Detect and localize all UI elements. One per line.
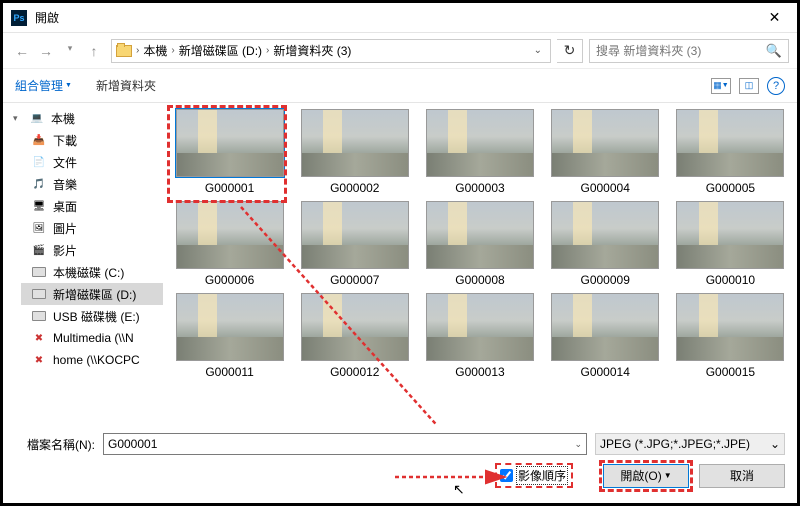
crumb-1[interactable]: 新增磁碟區 (D:)	[175, 42, 266, 59]
folder-icon	[116, 45, 132, 57]
thumbnail-caption: G000009	[581, 273, 630, 287]
thumbnail-caption: G000006	[205, 273, 254, 287]
close-button[interactable]: ✕	[752, 3, 797, 33]
thumbnail-caption: G000007	[330, 273, 379, 287]
nav-back[interactable]: ←	[11, 43, 33, 59]
dialog-title: 開啟	[35, 9, 752, 26]
thumbnail-image	[176, 201, 284, 269]
preview-pane-button[interactable]: ◫	[739, 78, 759, 94]
thumbnail-caption: G000013	[455, 365, 504, 379]
file-thumb[interactable]: G000004	[547, 107, 664, 197]
nav-tree: ▾💻本機 📥下載 📄文件 🎵音樂 🖥桌面 🖼圖片 🎬影片 本機磁碟 (C:) 新…	[3, 103, 163, 425]
open-button[interactable]: 開啟(O)▼	[603, 464, 689, 488]
file-thumb[interactable]: G000009	[547, 199, 664, 289]
refresh-button[interactable]: ↻	[557, 39, 583, 63]
tree-music[interactable]: 🎵音樂	[21, 173, 163, 195]
thumbnail-image	[676, 293, 784, 361]
thumbnail-caption: G000005	[706, 181, 755, 195]
thumbnail-caption: G000015	[706, 365, 755, 379]
thumbnail-image	[551, 201, 659, 269]
file-thumb[interactable]: G000013	[421, 291, 538, 381]
thumbnail-caption: G000012	[330, 365, 379, 379]
thumbnail-image	[176, 293, 284, 361]
tree-net-home[interactable]: ✖home (\\KOCPC	[21, 349, 163, 371]
thumbnail-image	[676, 201, 784, 269]
search-box[interactable]: 🔍	[589, 39, 789, 63]
cancel-button[interactable]: 取消	[699, 464, 785, 488]
filetype-filter[interactable]: JPEG (*.JPG;*.JPEG;*.JPE)⌄	[595, 433, 785, 455]
tree-videos[interactable]: 🎬影片	[21, 239, 163, 261]
search-icon: 🔍	[766, 43, 782, 59]
thumbnail-image	[426, 293, 534, 361]
thumbnail-caption: G000002	[330, 181, 379, 195]
tree-drive-c[interactable]: 本機磁碟 (C:)	[21, 261, 163, 283]
thumbnail-image	[426, 201, 534, 269]
organize-menu[interactable]: 組合管理▼	[15, 77, 72, 94]
file-thumb[interactable]: G000015	[672, 291, 789, 381]
nav-recent[interactable]: ▾	[59, 43, 81, 59]
file-thumb[interactable]: G000011	[171, 291, 288, 381]
search-input[interactable]	[596, 44, 756, 58]
thumbnail-caption: G000014	[581, 365, 630, 379]
filename-label: 檔案名稱(N):	[15, 436, 95, 453]
view-mode-button[interactable]: ▦ ▼	[711, 78, 731, 94]
thumbnail-image	[551, 293, 659, 361]
tree-downloads[interactable]: 📥下載	[21, 129, 163, 151]
thumbnail-image	[301, 293, 409, 361]
new-folder-button[interactable]: 新增資料夾	[96, 77, 156, 94]
crumb-2[interactable]: 新增資料夾 (3)	[269, 42, 355, 59]
app-icon: Ps	[11, 10, 27, 26]
thumbnail-caption: G000001	[205, 181, 254, 195]
thumbnail-image	[676, 109, 784, 177]
file-thumb[interactable]: G000005	[672, 107, 789, 197]
tree-desktop[interactable]: 🖥桌面	[21, 195, 163, 217]
file-thumb[interactable]: G000007	[296, 199, 413, 289]
thumbnail-image	[176, 109, 284, 177]
thumbnail-caption: G000003	[455, 181, 504, 195]
file-thumb[interactable]: G000001	[171, 107, 288, 197]
thumbnail-caption: G000008	[455, 273, 504, 287]
file-thumb[interactable]: G000003	[421, 107, 538, 197]
nav-forward[interactable]: →	[35, 43, 57, 59]
thumbnail-caption: G000010	[706, 273, 755, 287]
tree-this-pc[interactable]: ▾💻本機	[3, 107, 163, 129]
file-thumb[interactable]: G000012	[296, 291, 413, 381]
tree-drive-d[interactable]: 新增磁碟區 (D:)	[21, 283, 163, 305]
thumbnail-image	[301, 201, 409, 269]
file-thumb[interactable]: G000008	[421, 199, 538, 289]
tree-net-multimedia[interactable]: ✖Multimedia (\\N	[21, 327, 163, 349]
help-button[interactable]: ?	[767, 77, 785, 95]
thumbnail-image	[551, 109, 659, 177]
nav-up[interactable]: ↑	[83, 43, 105, 59]
tree-documents[interactable]: 📄文件	[21, 151, 163, 173]
file-thumb[interactable]: G000010	[672, 199, 789, 289]
thumbnail-caption: G000011	[205, 365, 254, 379]
filename-input[interactable]: G000001⌄	[103, 433, 587, 455]
thumbnail-image	[301, 109, 409, 177]
annotation-arrow-2	[395, 469, 525, 490]
file-thumb[interactable]: G000006	[171, 199, 288, 289]
breadcrumb[interactable]: › 本機 › 新增磁碟區 (D:) › 新增資料夾 (3) ⌄	[111, 39, 551, 63]
file-thumb[interactable]: G000014	[547, 291, 664, 381]
file-thumb[interactable]: G000002	[296, 107, 413, 197]
thumbnail-caption: G000004	[581, 181, 630, 195]
crumb-0[interactable]: 本機	[139, 42, 171, 59]
tree-pictures[interactable]: 🖼圖片	[21, 217, 163, 239]
tree-drive-e[interactable]: USB 磁碟機 (E:)	[21, 305, 163, 327]
thumbnail-image	[426, 109, 534, 177]
